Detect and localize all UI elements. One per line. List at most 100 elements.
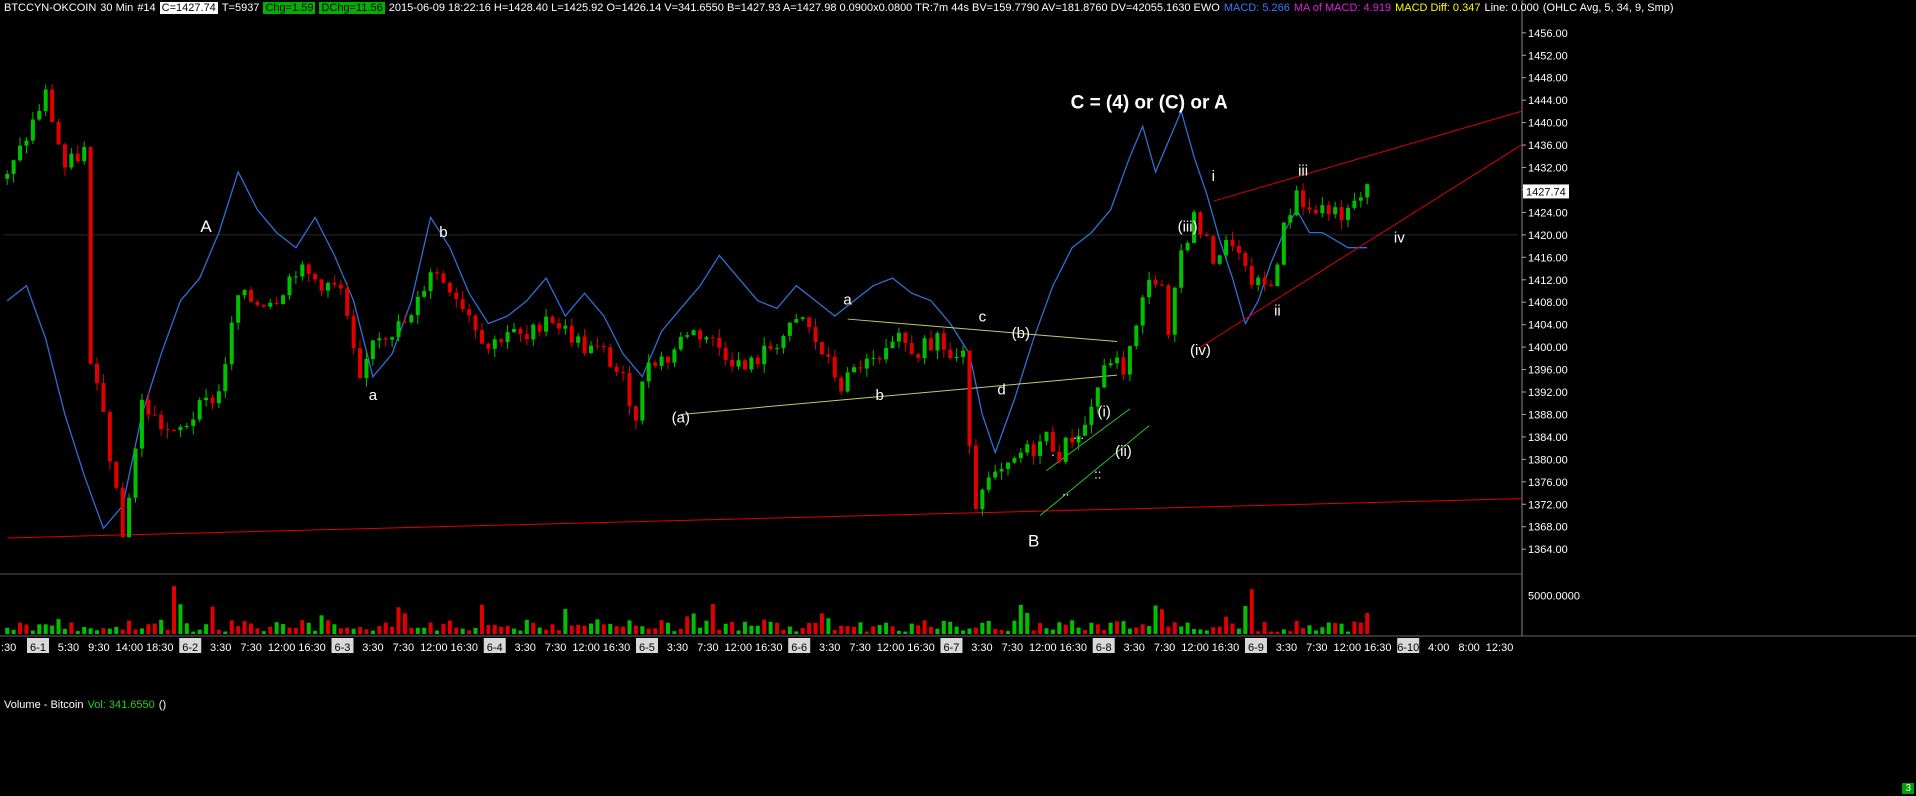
- volume-bar: [556, 630, 561, 634]
- candle-body: [377, 338, 382, 341]
- volume-bar: [313, 630, 318, 634]
- volume-bar: [274, 622, 279, 634]
- time-label: 16:30: [298, 642, 326, 654]
- candle-body: [742, 360, 747, 370]
- volume-bar: [678, 628, 683, 634]
- wave-label: iv: [1394, 230, 1405, 247]
- candle-body: [409, 315, 414, 323]
- candle-body: [114, 461, 119, 488]
- candle-body: [1339, 207, 1344, 221]
- volume-bar: [762, 619, 767, 634]
- volume-bar: [441, 623, 446, 634]
- candle-body: [447, 282, 452, 293]
- candle-body: [909, 343, 914, 355]
- candle-body: [582, 336, 587, 354]
- candle-body: [826, 354, 831, 357]
- candle-body: [473, 315, 478, 331]
- volume-bar: [447, 620, 452, 634]
- time-label: 16:30: [1212, 642, 1240, 654]
- volume-bar: [935, 628, 940, 634]
- time-axis-layer: :30 6-1 5:30 9:30 14:00 18:30 6-2 3:30 7:30 12:00…: [1, 638, 1513, 654]
- volume-bar: [1294, 620, 1299, 634]
- ewo-oscillator-layer: [6, 109, 1368, 530]
- volume-layer: [5, 586, 1370, 634]
- candle-body: [1269, 284, 1274, 287]
- study-params: (OHLC Avg, 5, 34, 9, Smp): [1542, 2, 1674, 14]
- volume-bar: [178, 604, 183, 634]
- volume-bar: [755, 625, 760, 634]
- candle-body: [50, 89, 55, 122]
- candle-body: [1333, 207, 1338, 215]
- volume-bar: [293, 627, 298, 634]
- price-tick-label: 1372.00: [1528, 499, 1568, 511]
- candle-body: [56, 121, 61, 145]
- volume-bar: [435, 630, 440, 634]
- volume-bar: [775, 622, 780, 634]
- time-label: 7:30: [1306, 642, 1327, 654]
- volume-bar: [967, 628, 972, 634]
- volume-bar: [473, 627, 478, 634]
- candle-body: [255, 301, 260, 306]
- macd-value: MACD: 5.266: [1223, 2, 1290, 14]
- time-label: 12:00: [420, 642, 448, 654]
- candle-body: [698, 330, 703, 340]
- time-label: 3:30: [667, 642, 688, 654]
- volume-bar: [50, 625, 55, 634]
- volume-bar: [627, 620, 632, 634]
- candle-body: [832, 356, 837, 378]
- price-tick-label: 1364.00: [1528, 544, 1568, 556]
- volume-bar: [358, 627, 363, 634]
- candle-body: [101, 383, 106, 412]
- time-label: 16:30: [907, 642, 935, 654]
- time-label: 12:00: [268, 642, 296, 654]
- price-tick-label: 1440.00: [1528, 118, 1568, 130]
- volume-bar: [710, 604, 715, 634]
- price-axis-layer: 5000.0000 1456.00 1452.00 1448.00 1444.00 144…: [1522, 28, 1580, 602]
- time-label: 7:30: [1154, 642, 1175, 654]
- time-label: 7:30: [697, 642, 718, 654]
- wave-label: B: [1028, 531, 1039, 550]
- volume-bar: [1134, 627, 1139, 634]
- candle-body: [43, 89, 48, 111]
- candle-body: [614, 366, 619, 372]
- volume-bar: [1166, 626, 1171, 634]
- volume-bar: [1005, 631, 1010, 634]
- volume-bar: [1198, 629, 1203, 634]
- candle-body: [306, 264, 311, 274]
- volume-bar: [1031, 630, 1036, 634]
- candle-body: [1236, 246, 1241, 253]
- candle-body: [717, 337, 722, 348]
- candle-body: [1288, 215, 1293, 223]
- candle-body: [229, 322, 234, 365]
- volume-bar: [1127, 628, 1132, 634]
- candle-body: [152, 414, 157, 416]
- volume-bar: [916, 625, 921, 634]
- volume-bar: [1153, 605, 1158, 634]
- candle-body: [159, 414, 164, 430]
- volume-bar: [479, 604, 484, 634]
- volume-bar: [287, 627, 292, 634]
- volume-bar: [75, 631, 80, 634]
- volume-bar: [1204, 630, 1209, 634]
- candle-body: [351, 315, 356, 349]
- time-label: 7:30: [1002, 642, 1023, 654]
- volume-bar: [1301, 628, 1306, 634]
- candle-body: [383, 338, 388, 340]
- price-tick-label: 1376.00: [1528, 477, 1568, 489]
- candle-body: [576, 336, 581, 343]
- candle-body: [428, 272, 433, 292]
- volume-bar: [229, 620, 234, 634]
- candle-body: [184, 426, 189, 428]
- volume-bar: [37, 624, 42, 634]
- corner-badge[interactable]: 3: [1902, 783, 1914, 794]
- candle-layer: [5, 84, 1370, 538]
- wave-label: b: [876, 387, 884, 404]
- price-chart[interactable]: C = (4) or (C) or A Aa b (a) a b c (b) d B (i) (ii)…: [0, 0, 1916, 796]
- volume-header: Volume - Bitcoin Vol: 341.6550 (): [4, 699, 166, 711]
- candle-body: [191, 419, 196, 427]
- volume-bar: [159, 619, 164, 634]
- time-label: 16:30: [451, 642, 479, 654]
- volume-bar: [973, 627, 978, 634]
- candle-body: [531, 324, 536, 340]
- candle-body: [685, 335, 690, 337]
